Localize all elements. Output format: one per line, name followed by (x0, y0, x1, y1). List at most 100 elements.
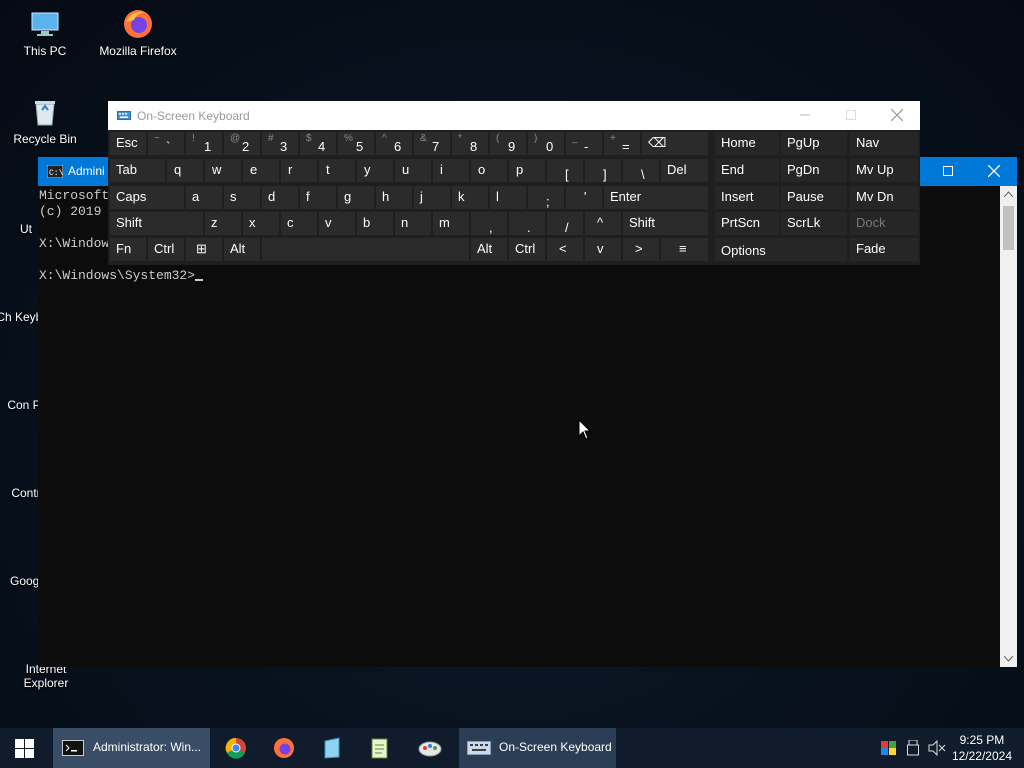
key-end[interactable]: End (715, 159, 779, 182)
desktop-icon-recycle-bin[interactable]: Recycle Bin (1, 90, 89, 146)
key-6[interactable]: ^ 6 (376, 132, 412, 155)
key-v[interactable]: v (319, 212, 355, 235)
key-s[interactable]: s (224, 186, 260, 209)
key-fade[interactable]: Fade (850, 238, 918, 261)
key-alt-left[interactable]: Alt (224, 238, 260, 261)
key-del[interactable]: Del (661, 159, 708, 182)
key-t[interactable]: t (319, 159, 355, 182)
key-prtscn[interactable]: PrtScn (715, 212, 779, 235)
key-f[interactable]: f (300, 186, 336, 209)
key-caps[interactable]: Caps (110, 186, 184, 209)
key-shift-left[interactable]: Shift (110, 212, 203, 235)
key-m[interactable]: m (433, 212, 469, 235)
key-backspace[interactable]: ⌫ (642, 132, 708, 155)
key-ctrl-right[interactable]: Ctrl (509, 238, 545, 261)
options-button[interactable]: Options (715, 238, 847, 261)
clock[interactable]: 9:25 PM 12/22/2024 (952, 732, 1012, 764)
usb-drive-icon[interactable] (907, 740, 919, 756)
key-space[interactable] (262, 238, 469, 261)
key-arrow-down[interactable]: v (585, 238, 621, 261)
key-menu[interactable]: ≡ (661, 238, 708, 261)
key-shift-right[interactable]: Shift (623, 212, 708, 235)
key-5[interactable]: % 5 (338, 132, 374, 155)
key-l[interactable]: l (490, 186, 526, 209)
key-b[interactable]: b (357, 212, 393, 235)
key-4[interactable]: $4 (300, 132, 336, 155)
key-arrow-right[interactable]: > (623, 238, 659, 261)
key-c[interactable]: c (281, 212, 317, 235)
key-esc[interactable]: Esc (110, 132, 146, 155)
key-mv-dn[interactable]: Mv Dn (850, 186, 918, 209)
key-a[interactable]: a (186, 186, 222, 209)
key-home[interactable]: Home (715, 132, 779, 155)
key-z[interactable]: z (205, 212, 241, 235)
key-pgup[interactable]: PgUp (781, 132, 847, 155)
start-button[interactable] (0, 728, 48, 768)
on-screen-keyboard-window[interactable]: On-Screen Keyboard Esc ~ ` ! 1 @2 #3 $4 % 5… (108, 101, 920, 265)
key-o[interactable]: o (471, 159, 507, 182)
key-w[interactable]: w (205, 159, 241, 182)
key-insert[interactable]: Insert (715, 186, 779, 209)
key-x[interactable]: x (243, 212, 279, 235)
taskbar-paint[interactable] (406, 728, 454, 768)
key-k[interactable]: k (452, 186, 488, 209)
key-nav[interactable]: Nav (850, 132, 918, 155)
key-p[interactable]: p (509, 159, 545, 182)
key-pause[interactable]: Pause (781, 186, 847, 209)
key-1[interactable]: ! 1 (186, 132, 222, 155)
key-windows[interactable]: ⊞ (186, 238, 222, 261)
key-close-bracket[interactable]: ] (585, 159, 621, 182)
key-quote[interactable]: ' (566, 186, 602, 209)
key-slash[interactable]: / (547, 212, 583, 235)
taskbar-item-command-prompt[interactable]: Administrator: Win... (53, 728, 210, 768)
key-h[interactable]: h (376, 186, 412, 209)
close-button[interactable] (971, 157, 1017, 186)
key-equals[interactable]: + = (604, 132, 640, 155)
osk-titlebar[interactable]: On-Screen Keyboard (108, 101, 920, 130)
key-3[interactable]: #3 (262, 132, 298, 155)
desktop-icon-firefox[interactable]: Mozilla Firefox (94, 2, 182, 58)
key-arrow-left[interactable]: < (547, 238, 583, 261)
minimize-button[interactable] (782, 101, 828, 130)
taskbar-firefox[interactable] (262, 728, 306, 768)
key-mv-up[interactable]: Mv Up (850, 159, 918, 182)
key-n[interactable]: n (395, 212, 431, 235)
desktop-icon-this-pc[interactable]: This PC (1, 2, 89, 58)
color-tray-icon[interactable] (881, 741, 896, 755)
key-2[interactable]: @2 (224, 132, 260, 155)
key-8[interactable]: * 8 (452, 132, 488, 155)
maximize-button[interactable] (925, 157, 971, 186)
key-r[interactable]: r (281, 159, 317, 182)
taskbar-notepad[interactable] (358, 728, 402, 768)
key-semicolon[interactable]: ; (528, 186, 564, 209)
key-scrlk[interactable]: ScrLk (781, 212, 847, 235)
key-alt-right[interactable]: Alt (471, 238, 507, 261)
scroll-up-icon[interactable] (1004, 191, 1013, 197)
key-d[interactable]: d (262, 186, 298, 209)
key-comma[interactable]: , (471, 212, 507, 235)
key-backslash[interactable]: \ (623, 159, 659, 182)
key-tab[interactable]: Tab (110, 159, 165, 182)
key-ctrl-left[interactable]: Ctrl (148, 238, 184, 261)
key-j[interactable]: j (414, 186, 450, 209)
key-7[interactable]: & 7 (414, 132, 450, 155)
key-g[interactable]: g (338, 186, 374, 209)
key-9[interactable]: (9 (490, 132, 526, 155)
key-y[interactable]: y (357, 159, 393, 182)
key-0[interactable]: ) 0 (528, 132, 564, 155)
scrollbar-thumb[interactable] (1003, 206, 1014, 250)
key-pgdn[interactable]: PgDn (781, 159, 847, 182)
taskbar-item-on-screen-keyboard[interactable]: On-Screen Keyboard (459, 728, 616, 768)
key-open-bracket[interactable]: [ (547, 159, 583, 182)
key-e[interactable]: e (243, 159, 279, 182)
key-q[interactable]: q (167, 159, 203, 182)
key-minus[interactable]: _ - (566, 132, 602, 155)
key-u[interactable]: u (395, 159, 431, 182)
scroll-down-icon[interactable] (1004, 656, 1013, 662)
key-arrow-up[interactable]: ^ (585, 212, 621, 235)
key-i[interactable]: i (433, 159, 469, 182)
key-enter[interactable]: Enter (604, 186, 708, 209)
close-button[interactable] (874, 101, 920, 130)
key-backtick[interactable]: ~ ` (148, 132, 184, 155)
key-period[interactable]: . (509, 212, 545, 235)
